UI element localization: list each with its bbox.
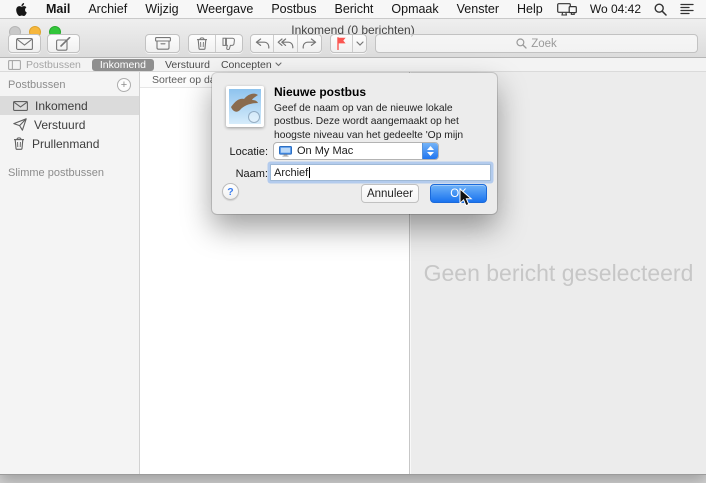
menu-archief[interactable]: Archief — [79, 2, 136, 16]
junk-button[interactable] — [216, 35, 242, 52]
flag-dropdown-button[interactable] — [353, 35, 366, 52]
compose-icon — [56, 37, 71, 51]
menu-venster[interactable]: Venster — [448, 2, 508, 16]
name-field[interactable]: Archief — [270, 164, 491, 181]
menu-opmaak[interactable]: Opmaak — [382, 2, 447, 16]
archive-box-icon — [155, 37, 171, 50]
search-input[interactable]: Zoek — [375, 34, 698, 53]
name-label: Naam: — [214, 168, 268, 180]
reply-button[interactable] — [251, 35, 274, 52]
postmark-decoration — [248, 111, 260, 123]
thumbs-down-icon — [222, 37, 236, 50]
menu-help[interactable]: Help — [508, 2, 552, 16]
reply-all-icon — [277, 38, 294, 49]
menu-mail[interactable]: Mail — [37, 2, 79, 16]
menu-postbus[interactable]: Postbus — [262, 2, 325, 16]
sidebar-item-label: Inkomend — [35, 99, 88, 113]
favorites-verstuurd[interactable]: Verstuurd — [165, 59, 210, 71]
search-icon — [516, 38, 527, 49]
reply-all-button[interactable] — [274, 35, 297, 52]
archive-button[interactable] — [145, 34, 180, 53]
help-button[interactable]: ? — [222, 183, 239, 200]
select-stepper-icon — [422, 143, 438, 159]
cancel-button[interactable]: Annuleer — [361, 184, 419, 203]
sidebar-item-label: Prullenmand — [32, 137, 99, 151]
search-placeholder: Zoek — [531, 38, 557, 50]
envelope-icon — [16, 38, 33, 50]
apple-icon — [16, 3, 27, 16]
paper-plane-icon — [13, 118, 27, 131]
dialog-title: Nieuwe postbus — [274, 85, 366, 99]
reply-group — [250, 34, 322, 53]
window-toolbar: Inkomend (0 berichten) — [0, 19, 706, 58]
displays-icon[interactable] — [557, 3, 577, 16]
menu-weergave[interactable]: Weergave — [188, 2, 263, 16]
sidebar-item-verstuurd[interactable]: Verstuurd — [0, 115, 139, 134]
new-mailbox-dialog: Nieuwe postbus Geef de naam op van de ni… — [212, 73, 497, 214]
computer-icon — [279, 146, 292, 157]
menubar-clock[interactable]: Wo 04:42 — [590, 2, 641, 16]
flag-button[interactable] — [331, 35, 353, 52]
sidebar-section-mailboxes: Postbussen — [8, 79, 65, 91]
no-message-text: Geen bericht geselecteerd — [424, 260, 694, 287]
favorites-concepten[interactable]: Concepten — [221, 59, 282, 71]
get-mail-button[interactable] — [8, 34, 41, 53]
delete-button[interactable] — [189, 35, 216, 52]
favorites-concepten-label: Concepten — [221, 59, 272, 71]
favorites-bar: Postbussen Inkomend Verstuurd Concepten — [0, 58, 706, 72]
add-mailbox-button[interactable]: + — [117, 78, 131, 92]
compose-button[interactable] — [47, 34, 80, 53]
mailbox-sidebar: Postbussen + Inkomend Verstuurd Prullenm… — [0, 72, 140, 474]
favorites-inkomend[interactable]: Inkomend — [92, 59, 154, 71]
sidebar-item-label: Verstuurd — [34, 118, 85, 132]
location-select[interactable]: On My Mac — [273, 142, 439, 160]
sidebar-section-smart: Slimme postbussen — [0, 153, 139, 183]
chevron-down-icon — [275, 62, 282, 67]
sidebar-toggle-icon — [8, 60, 21, 70]
favorites-mailboxes-toggle[interactable]: Postbussen — [8, 59, 81, 71]
trash-icon — [196, 37, 208, 50]
menu-bar: Mail Archief Wijzig Weergave Postbus Ber… — [0, 0, 706, 19]
menu-wijzig[interactable]: Wijzig — [136, 2, 187, 16]
reply-icon — [255, 38, 270, 49]
sidebar-item-inkomend[interactable]: Inkomend — [0, 96, 139, 115]
notification-center-icon[interactable] — [680, 3, 694, 15]
menu-bericht[interactable]: Bericht — [325, 2, 382, 16]
apple-menu[interactable] — [8, 3, 37, 16]
chevron-down-icon — [356, 41, 364, 46]
delete-junk-group — [188, 34, 243, 53]
flag-group — [330, 34, 367, 53]
sidebar-item-prullenmand[interactable]: Prullenmand — [0, 134, 139, 153]
forward-button[interactable] — [298, 35, 321, 52]
trash-icon — [13, 137, 25, 150]
mouse-cursor — [459, 188, 473, 213]
spotlight-search-icon[interactable] — [654, 3, 667, 16]
inbox-icon — [13, 101, 28, 111]
forward-icon — [302, 38, 317, 49]
favorites-mailboxes-label: Postbussen — [26, 59, 81, 71]
name-field-value: Archief — [274, 167, 308, 179]
location-label: Locatie: — [214, 146, 268, 158]
location-value: On My Mac — [297, 145, 353, 157]
mail-app-icon — [226, 86, 264, 127]
flag-icon — [336, 37, 347, 50]
text-caret — [309, 167, 310, 178]
